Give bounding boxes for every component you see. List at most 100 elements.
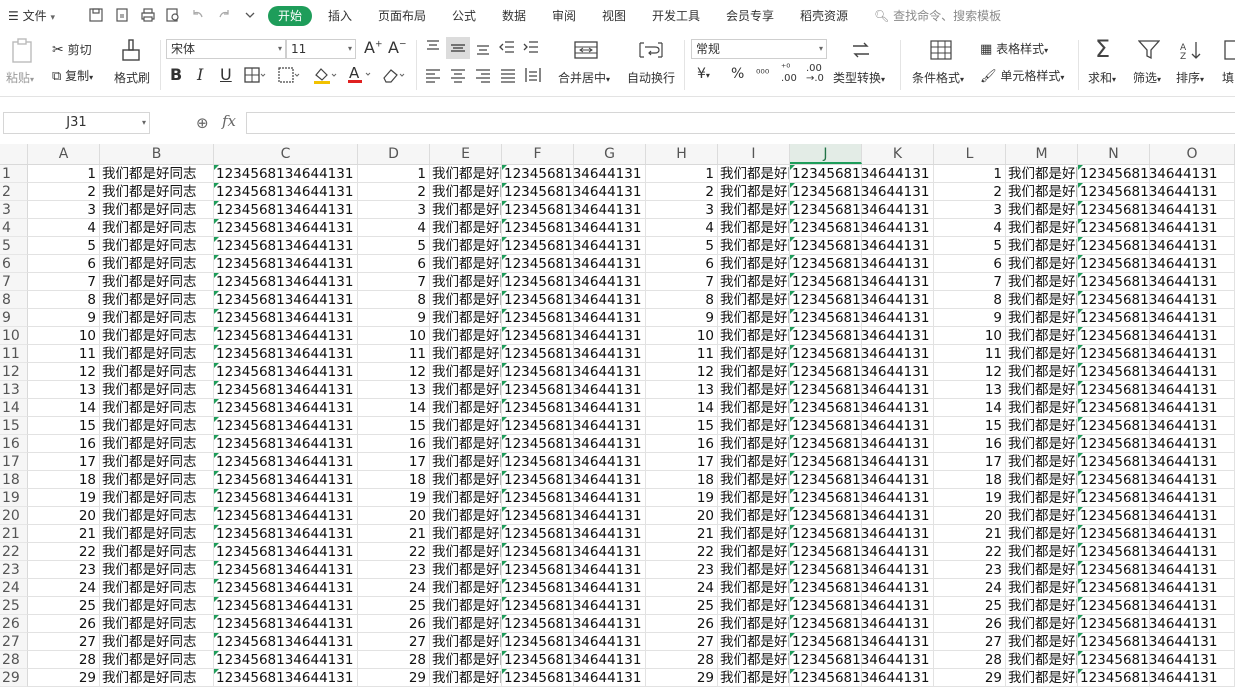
cell-n14[interactable]: 1234568134644131 xyxy=(1078,399,1217,417)
cell-l18[interactable]: 18 xyxy=(934,471,1006,489)
filter-icon[interactable] xyxy=(1138,40,1160,60)
cell-f1[interactable]: 1234568134644131 xyxy=(502,165,641,183)
cell-j2[interactable]: 1234568134644131 xyxy=(790,183,929,201)
decrease-font-icon[interactable]: A− xyxy=(388,38,407,57)
cell-n22[interactable]: 1234568134644131 xyxy=(1078,543,1217,561)
cell-m9[interactable]: 我们都是好同志 xyxy=(1006,309,1078,327)
cell-a23[interactable]: 23 xyxy=(28,561,100,579)
cell-b28[interactable]: 我们都是好同志 xyxy=(100,651,214,669)
cell-n4[interactable]: 1234568134644131 xyxy=(1078,219,1217,237)
border-icon[interactable] xyxy=(244,67,266,83)
cell-c9[interactable]: 1234568134644131 xyxy=(214,309,358,327)
print-icon[interactable] xyxy=(140,7,156,23)
cell-j12[interactable]: 1234568134644131 xyxy=(790,363,929,381)
cell-f9[interactable]: 1234568134644131 xyxy=(502,309,641,327)
row-header[interactable]: 6 xyxy=(0,255,28,273)
cell-i2[interactable]: 我们都是好同志 xyxy=(718,183,790,201)
cell-j16[interactable]: 1234568134644131 xyxy=(790,435,929,453)
cell-m22[interactable]: 我们都是好同志 xyxy=(1006,543,1078,561)
cell-f27[interactable]: 1234568134644131 xyxy=(502,633,641,651)
cell-d1[interactable]: 1 xyxy=(358,165,430,183)
cell-j3[interactable]: 1234568134644131 xyxy=(790,201,929,219)
cell-a27[interactable]: 27 xyxy=(28,633,100,651)
row-header[interactable]: 5 xyxy=(0,237,28,255)
cell-e18[interactable]: 我们都是好同志 xyxy=(430,471,502,489)
export-pdf-icon[interactable] xyxy=(114,7,130,23)
wrap-text-icon[interactable] xyxy=(639,40,663,60)
cell-i22[interactable]: 我们都是好同志 xyxy=(718,543,790,561)
cell-b10[interactable]: 我们都是好同志 xyxy=(100,327,214,345)
cell-c14[interactable]: 1234568134644131 xyxy=(214,399,358,417)
column-header-k[interactable]: K xyxy=(862,144,934,164)
name-box[interactable]: J31 ▾ xyxy=(3,112,150,134)
cell-a25[interactable]: 25 xyxy=(28,597,100,615)
cell-d3[interactable]: 3 xyxy=(358,201,430,219)
cell-e13[interactable]: 我们都是好同志 xyxy=(430,381,502,399)
cell-j11[interactable]: 1234568134644131 xyxy=(790,345,929,363)
tab-member[interactable]: 会员专享 xyxy=(726,6,774,26)
cell-j29[interactable]: 1234568134644131 xyxy=(790,669,929,687)
cell-i21[interactable]: 我们都是好同志 xyxy=(718,525,790,543)
row-header[interactable]: 19 xyxy=(0,489,28,507)
cell-l7[interactable]: 7 xyxy=(934,273,1006,291)
cell-n10[interactable]: 1234568134644131 xyxy=(1078,327,1217,345)
cell-d11[interactable]: 11 xyxy=(358,345,430,363)
cell-n29[interactable]: 1234568134644131 xyxy=(1078,669,1217,687)
cell-e5[interactable]: 我们都是好同志 xyxy=(430,237,502,255)
cell-j4[interactable]: 1234568134644131 xyxy=(790,219,929,237)
underline-icon[interactable]: U xyxy=(220,65,232,84)
cell-f20[interactable]: 1234568134644131 xyxy=(502,507,641,525)
column-header-i[interactable]: I xyxy=(718,144,790,164)
italic-icon[interactable]: I xyxy=(197,65,203,84)
cell-h13[interactable]: 13 xyxy=(646,381,718,399)
percent-icon[interactable]: % xyxy=(731,66,744,82)
cell-n1[interactable]: 1234568134644131 xyxy=(1078,165,1217,183)
row-header[interactable]: 14 xyxy=(0,399,28,417)
fill-button[interactable]: 填 xyxy=(1222,69,1234,86)
cell-i8[interactable]: 我们都是好同志 xyxy=(718,291,790,309)
cell-l23[interactable]: 23 xyxy=(934,561,1006,579)
cell-i15[interactable]: 我们都是好同志 xyxy=(718,417,790,435)
cell-h22[interactable]: 22 xyxy=(646,543,718,561)
cell-m28[interactable]: 我们都是好同志 xyxy=(1006,651,1078,669)
cell-j23[interactable]: 1234568134644131 xyxy=(790,561,929,579)
cell-i1[interactable]: 我们都是好同志 xyxy=(718,165,790,183)
cell-f7[interactable]: 1234568134644131 xyxy=(502,273,641,291)
increase-font-icon[interactable]: A+ xyxy=(364,38,383,57)
cell-b21[interactable]: 我们都是好同志 xyxy=(100,525,214,543)
column-header-j[interactable]: J xyxy=(790,144,862,164)
cell-h20[interactable]: 20 xyxy=(646,507,718,525)
cell-f3[interactable]: 1234568134644131 xyxy=(502,201,641,219)
wrap-text-label[interactable]: 自动换行 xyxy=(627,69,675,86)
cell-j24[interactable]: 1234568134644131 xyxy=(790,579,929,597)
cell-c20[interactable]: 1234568134644131 xyxy=(214,507,358,525)
row-header[interactable]: 24 xyxy=(0,579,28,597)
cell-n25[interactable]: 1234568134644131 xyxy=(1078,597,1217,615)
cell-c8[interactable]: 1234568134644131 xyxy=(214,291,358,309)
copy-button[interactable]: ⧉ 复制▾ xyxy=(52,67,93,84)
cell-i25[interactable]: 我们都是好同志 xyxy=(718,597,790,615)
cell-l8[interactable]: 8 xyxy=(934,291,1006,309)
cell-a15[interactable]: 15 xyxy=(28,417,100,435)
thousands-separator-icon[interactable]: ⁰⁰⁰ xyxy=(756,67,769,80)
cell-b11[interactable]: 我们都是好同志 xyxy=(100,345,214,363)
distributed-align-icon[interactable] xyxy=(524,66,542,84)
cell-b27[interactable]: 我们都是好同志 xyxy=(100,633,214,651)
cell-l2[interactable]: 2 xyxy=(934,183,1006,201)
print-preview-icon[interactable] xyxy=(165,7,181,23)
table-style-button[interactable]: ▦ 表格样式▾ xyxy=(980,40,1048,57)
cell-f2[interactable]: 1234568134644131 xyxy=(502,183,641,201)
font-name-select[interactable]: 宋体 ▾ xyxy=(166,39,286,59)
cell-b14[interactable]: 我们都是好同志 xyxy=(100,399,214,417)
cell-j27[interactable]: 1234568134644131 xyxy=(790,633,929,651)
tab-view[interactable]: 视图 xyxy=(602,6,626,26)
cell-h1[interactable]: 1 xyxy=(646,165,718,183)
column-header-a[interactable]: A xyxy=(28,144,100,164)
cell-m3[interactable]: 我们都是好同志 xyxy=(1006,201,1078,219)
cell-d29[interactable]: 29 xyxy=(358,669,430,687)
cell-n17[interactable]: 1234568134644131 xyxy=(1078,453,1217,471)
cell-d14[interactable]: 14 xyxy=(358,399,430,417)
cell-h11[interactable]: 11 xyxy=(646,345,718,363)
cell-a1[interactable]: 1 xyxy=(28,165,100,183)
cell-n23[interactable]: 1234568134644131 xyxy=(1078,561,1217,579)
